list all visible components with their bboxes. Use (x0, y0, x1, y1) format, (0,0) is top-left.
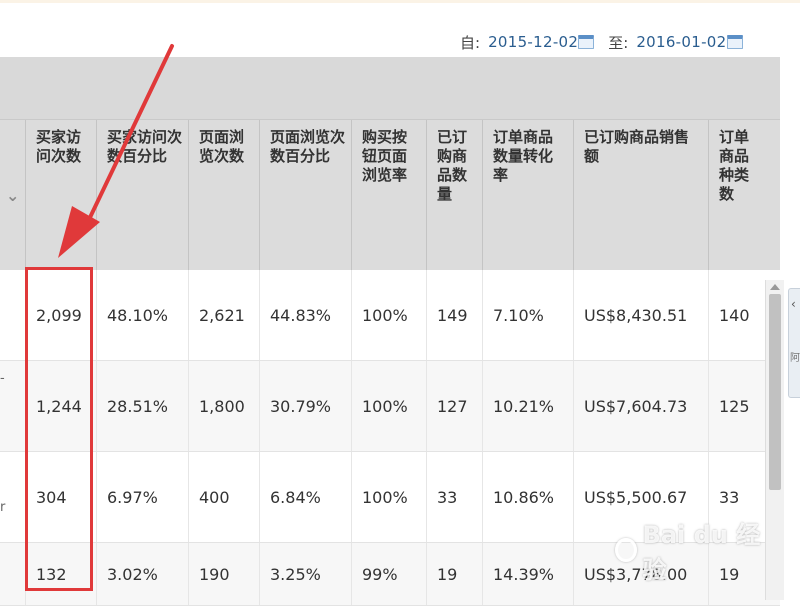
watermark: Bai du 经验 (615, 520, 765, 584)
cell-order-conversion: 10.21% (482, 361, 573, 451)
header-page-views-pct[interactable]: 页面浏览次数百分比 (259, 120, 351, 270)
cell-page-views-pct: 30.79% (259, 361, 351, 451)
cell-product-types: 140 (708, 270, 755, 360)
header-buy-button-rate[interactable]: 购买按钮页面浏览率 (351, 120, 426, 270)
date-from-input[interactable]: 2015-12-02 (488, 33, 578, 51)
cell-page-views-pct: 44.83% (259, 270, 351, 360)
header-buyer-visits-pct[interactable]: 买家访问次数百分比 (96, 120, 188, 270)
watermark-text: Bai du 经验 (642, 521, 761, 584)
cell-buy-button-rate: 100% (351, 270, 426, 360)
date-from-label: 自: (460, 33, 481, 52)
cell-ordered-qty: 19 (426, 543, 482, 605)
cell-order-conversion: 7.10% (482, 270, 573, 360)
header-page-views[interactable]: 页面浏览次数 (188, 120, 259, 270)
cell-buy-button-rate: 100% (351, 452, 426, 542)
row-label (0, 543, 25, 605)
header-buyer-visits[interactable]: 买家访问次数 (25, 120, 96, 270)
highlight-box (25, 267, 93, 591)
table-row[interactable]: - 1,244 28.51% 1,800 30.79% 100% 127 10.… (0, 361, 780, 452)
cell-order-conversion: 14.39% (482, 543, 573, 605)
header-ordered-sales[interactable]: 已订购商品销售额 (573, 120, 708, 270)
date-to-input[interactable]: 2016-01-02 (636, 33, 726, 51)
cell-buyer-visits-pct: 6.97% (96, 452, 188, 542)
paw-icon (615, 538, 637, 562)
row-label (0, 270, 25, 360)
scroll-up-icon[interactable] (770, 284, 780, 290)
side-tab[interactable]: ‹ 阿 (788, 288, 800, 398)
cell-page-views: 1,800 (188, 361, 259, 451)
vertical-scrollbar[interactable] (765, 280, 784, 600)
table-header: ⌄ 买家访问次数 买家访问次数百分比 页面浏览次数 页面浏览次数百分比 购买按钮… (0, 119, 780, 270)
cell-product-types: 125 (708, 361, 755, 451)
row-label: r (0, 500, 6, 515)
chevron-left-icon[interactable]: ‹ (791, 297, 796, 311)
cell-page-views: 400 (188, 452, 259, 542)
cell-order-conversion: 10.86% (482, 452, 573, 542)
chevron-down-icon[interactable]: ⌄ (6, 186, 19, 205)
header-cell-0: ⌄ (0, 120, 25, 270)
cell-buy-button-rate: 99% (351, 543, 426, 605)
header-product-types[interactable]: 订单商品种类数 (708, 120, 755, 270)
row-label: - (0, 371, 5, 386)
cell-page-views-pct: 3.25% (259, 543, 351, 605)
cell-ordered-sales: US$7,604.73 (573, 361, 708, 451)
cell-buyer-visits-pct: 48.10% (96, 270, 188, 360)
date-to-label: 至: (608, 33, 629, 52)
cell-page-views: 2,621 (188, 270, 259, 360)
scrollbar-thumb[interactable] (769, 294, 781, 490)
top-strip (0, 0, 800, 3)
cell-ordered-sales: US$8,430.51 (573, 270, 708, 360)
calendar-icon[interactable] (726, 35, 743, 49)
table-row[interactable]: 2,099 48.10% 2,621 44.83% 100% 149 7.10%… (0, 270, 780, 361)
cell-buyer-visits-pct: 3.02% (96, 543, 188, 605)
header-ordered-qty[interactable]: 已订购商品数量 (426, 120, 482, 270)
side-tab-text: 阿 (790, 353, 800, 364)
toolbar-band (0, 57, 780, 119)
cell-ordered-qty: 127 (426, 361, 482, 451)
header-order-conversion[interactable]: 订单商品数量转化率 (482, 120, 573, 270)
cell-page-views-pct: 6.84% (259, 452, 351, 542)
cell-ordered-qty: 33 (426, 452, 482, 542)
cell-buy-button-rate: 100% (351, 361, 426, 451)
calendar-icon[interactable] (578, 35, 595, 49)
cell-buyer-visits-pct: 28.51% (96, 361, 188, 451)
date-range: 自: 2015-12-02 至: 2016-01-02 (460, 30, 743, 54)
cell-page-views: 190 (188, 543, 259, 605)
cell-ordered-qty: 149 (426, 270, 482, 360)
